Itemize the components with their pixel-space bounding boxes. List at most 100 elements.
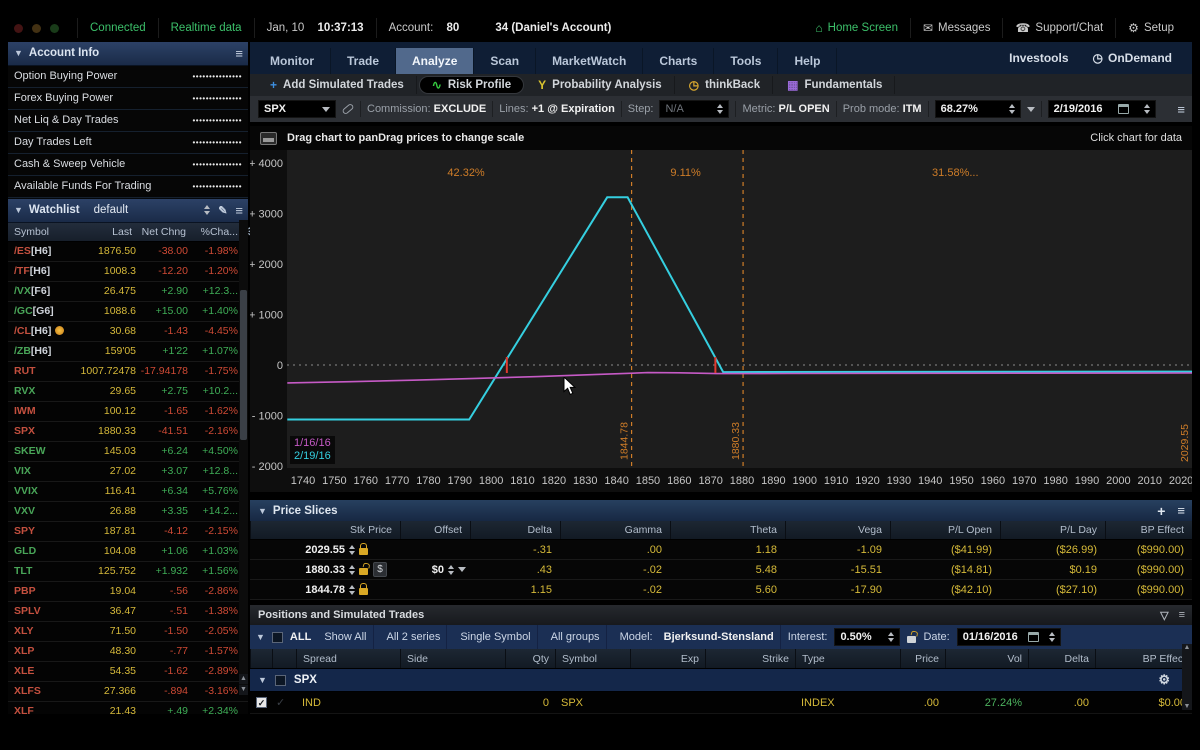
- price-slices-header[interactable]: ▼ Price Slices + ≡: [250, 500, 1192, 521]
- step-spinner[interactable]: [717, 104, 723, 114]
- watchlist-menu-icon[interactable]: ≡: [235, 203, 242, 218]
- watchlist-row[interactable]: SPY187.81-4.12-2.15%: [8, 522, 248, 542]
- collapse-chevron-icon[interactable]: ▼: [14, 205, 23, 215]
- interest-lock-icon[interactable]: [907, 636, 916, 643]
- watchlist-row[interactable]: SKEW145.03+6.24+4.50%: [8, 442, 248, 462]
- x-axis-tick-label[interactable]: 1750: [322, 475, 346, 487]
- close-window-icon[interactable]: [14, 24, 23, 33]
- x-axis-tick-label[interactable]: 1880: [730, 475, 754, 487]
- lock-open-icon[interactable]: [359, 568, 368, 575]
- watchlist-row[interactable]: XLFS27.366-.894-3.16%: [8, 682, 248, 702]
- dollar-offset-icon[interactable]: $: [373, 562, 387, 577]
- collapse-chevron-icon[interactable]: ▼: [14, 48, 23, 58]
- ps-col-pl-open[interactable]: P/L Open: [890, 521, 1000, 539]
- x-axis-tick-label[interactable]: 1990: [1075, 475, 1099, 487]
- toolbar-add-simulated-trades[interactable]: +Add Simulated Trades: [258, 76, 417, 94]
- group-settings-gear-icon[interactable]: ⚙: [1158, 672, 1170, 688]
- x-axis-tick-label[interactable]: 1800: [479, 475, 503, 487]
- tab-tools[interactable]: Tools: [714, 48, 778, 74]
- ps-col-stk-price[interactable]: Stk Price: [250, 521, 400, 539]
- x-axis-tick-label[interactable]: 1820: [542, 475, 566, 487]
- add-price-slice-icon[interactable]: +: [1157, 503, 1165, 519]
- x-axis-tick-label[interactable]: 1860: [667, 475, 691, 487]
- toolbar-thinkback[interactable]: ◷thinkBack: [677, 76, 773, 94]
- collapse-chevron-icon[interactable]: ▼: [256, 632, 265, 642]
- dropdown-arrow-icon[interactable]: [322, 107, 330, 112]
- interest-spinner[interactable]: [888, 632, 894, 642]
- position-row[interactable]: ✓✓IND0SPXINDEX.0027.24%.00$0.00: [250, 692, 1192, 714]
- price-slices-menu-icon[interactable]: ≡: [1177, 503, 1184, 518]
- tab-analyze[interactable]: Analyze: [396, 48, 474, 74]
- tab-marketwatch[interactable]: MarketWatch: [536, 48, 643, 74]
- offset-dropdown-icon[interactable]: [458, 567, 466, 572]
- interest-input[interactable]: 0.50%: [834, 628, 900, 646]
- scrollbar-thumb[interactable]: [240, 290, 247, 440]
- tab-trade[interactable]: Trade: [331, 48, 396, 74]
- date-spinner[interactable]: [1144, 104, 1150, 114]
- watchlist-row[interactable]: /VX[F6]26.475+2.90+12.3...: [8, 282, 248, 302]
- model-dropdown[interactable]: Model: Bjerksund-Stensland: [614, 625, 781, 649]
- window-controls[interactable]: [14, 24, 59, 33]
- y-axis-tick-label[interactable]: + 2000: [250, 259, 283, 271]
- prob-mode-setting[interactable]: Prob mode: ITM: [843, 103, 922, 115]
- y-axis-tick-label[interactable]: + 1000: [250, 310, 283, 322]
- watchlist-header[interactable]: ▼ Watchlist default ✎ ≡: [8, 199, 248, 223]
- x-axis-tick-label[interactable]: 1930: [887, 475, 911, 487]
- select-all-checkbox[interactable]: [272, 632, 283, 643]
- x-axis-tick-label[interactable]: 1830: [573, 475, 597, 487]
- pos-col-delta[interactable]: Delta: [1028, 649, 1095, 668]
- positions-date-spinner[interactable]: [1049, 632, 1055, 642]
- positions-scrollbar[interactable]: ▲▼: [1182, 644, 1192, 710]
- x-axis-tick-label[interactable]: 1780: [416, 475, 440, 487]
- watchlist-row[interactable]: XLE54.35-1.62-2.89%: [8, 662, 248, 682]
- watchlist-scrollbar[interactable]: ▲ ▼: [239, 220, 248, 695]
- toolbar-fundamentals[interactable]: ▦Fundamentals: [775, 76, 895, 94]
- tab-charts[interactable]: Charts: [643, 48, 714, 74]
- account-info-row[interactable]: Net Liq & Day Trades•••••••••••••••: [8, 110, 248, 132]
- params-menu-icon[interactable]: ≡: [1177, 102, 1184, 117]
- pos-col-spread[interactable]: Spread: [296, 649, 400, 668]
- watchlist-row[interactable]: /CL[H6]30.68-1.43-4.45%: [8, 322, 248, 342]
- menu-link-investools[interactable]: Investools: [999, 51, 1078, 65]
- x-axis-tick-label[interactable]: 1940: [918, 475, 942, 487]
- x-axis-tick-label[interactable]: 1840: [604, 475, 628, 487]
- watchlist-row[interactable]: /GC[G6]1088.6+15.00+1.40%: [8, 302, 248, 322]
- watchlist-row[interactable]: /ZB[H6]159'05+1'22+1.07%: [8, 342, 248, 362]
- commission-setting[interactable]: Commission: EXCLUDE: [367, 103, 486, 115]
- watchlist-row[interactable]: XLP48.30-.77-1.57%: [8, 642, 248, 662]
- watchlist-row[interactable]: XLY71.50-1.50-2.05%: [8, 622, 248, 642]
- y-axis-tick-label[interactable]: 0: [277, 360, 283, 372]
- support-chat-button[interactable]: ☎Support/Chat: [1002, 18, 1115, 38]
- ps-col-offset[interactable]: Offset: [400, 521, 470, 539]
- col-symbol[interactable]: Symbol: [14, 226, 64, 238]
- watchlist-row[interactable]: SPX1880.33-41.51-2.16%: [8, 422, 248, 442]
- pos-col-vol[interactable]: Vol: [945, 649, 1028, 668]
- group-checkbox[interactable]: [275, 675, 286, 686]
- watchlist-row[interactable]: XLF21.43+.49+2.34%: [8, 702, 248, 714]
- x-axis-tick-label[interactable]: 1810: [510, 475, 534, 487]
- account-info-menu-icon[interactable]: ≡: [235, 46, 242, 61]
- watchlist-row[interactable]: VIX27.02+3.07+12.8...: [8, 462, 248, 482]
- pos-col-side[interactable]: Side: [400, 649, 505, 668]
- col-net-chng[interactable]: Net Chng: [132, 226, 186, 238]
- y-axis-tick-label[interactable]: - 1000: [252, 411, 283, 423]
- watchlist-row[interactable]: VXV26.88+3.35+14.2...: [8, 502, 248, 522]
- x-axis-tick-label[interactable]: 1980: [1043, 475, 1067, 487]
- risk-profile-chart[interactable]: 1844.781880.332029.5542.32%9.11%31.58%..…: [250, 150, 1192, 492]
- x-axis-tick-label[interactable]: 2010: [1137, 475, 1161, 487]
- watchlist-spinner[interactable]: [204, 205, 210, 215]
- menu-link-ondemand[interactable]: ◷OnDemand: [1083, 51, 1183, 65]
- position-checkbox[interactable]: ✓: [256, 697, 267, 708]
- series-dropdown[interactable]: All 2 series: [381, 625, 448, 649]
- watchlist-row[interactable]: /TF[H6]1008.3-12.20-1.20%: [8, 262, 248, 282]
- prob-dropdown-icon[interactable]: [1027, 107, 1035, 112]
- watchlist-row[interactable]: RUT1007.72478-17.94178-1.75%: [8, 362, 248, 382]
- col-last[interactable]: Last: [64, 226, 132, 238]
- messages-button[interactable]: ✉Messages: [910, 18, 1002, 38]
- x-axis-tick-label[interactable]: 1950: [949, 475, 973, 487]
- x-axis-tick-label[interactable]: 2000: [1106, 475, 1130, 487]
- toolbar-probability-analysis[interactable]: YProbability Analysis: [526, 76, 675, 94]
- filter-funnel-icon[interactable]: ▽: [1160, 609, 1168, 622]
- tab-monitor[interactable]: Monitor: [254, 48, 331, 74]
- x-axis-tick-label[interactable]: 1870: [698, 475, 722, 487]
